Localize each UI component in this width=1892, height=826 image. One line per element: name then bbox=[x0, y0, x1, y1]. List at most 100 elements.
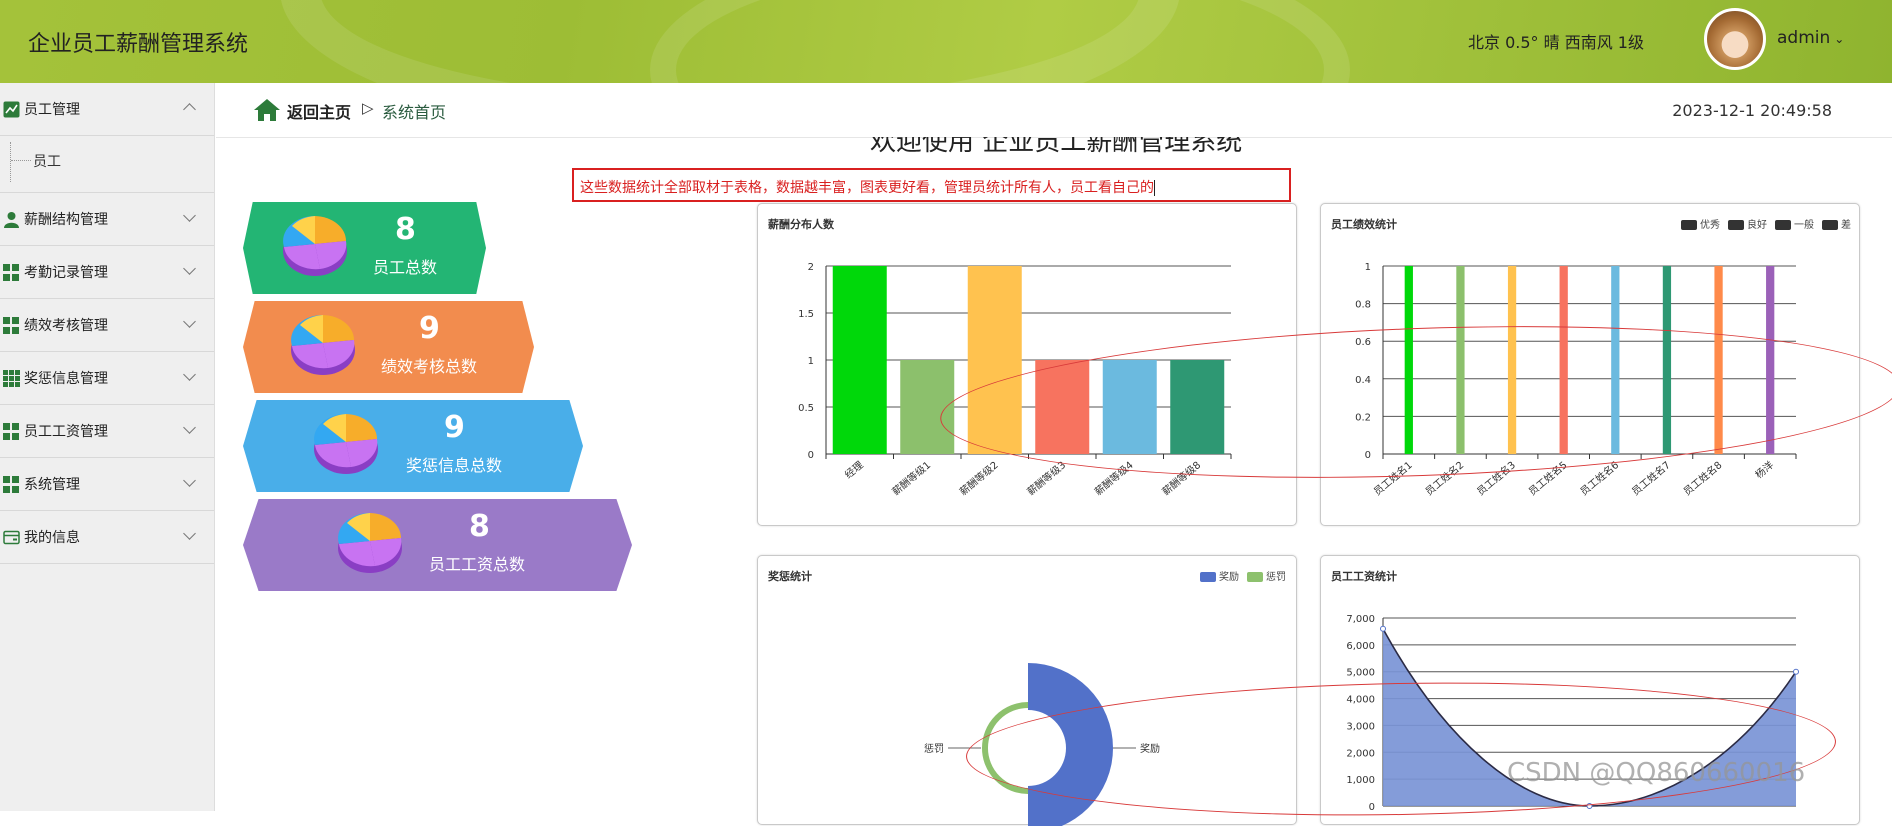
x-tick-label: 经理 bbox=[842, 458, 866, 481]
sidebar-item-employee[interactable]: 员工管理 bbox=[0, 83, 214, 136]
top-header-bar: 企业员工薪酬管理系统 北京 0.5° 晴 西南风 1级 admin ⌄ bbox=[0, 0, 1892, 83]
bar bbox=[1611, 266, 1620, 454]
y-tick-label: 0.5 bbox=[798, 403, 814, 414]
pie-chart-icon bbox=[291, 315, 355, 375]
y-tick-label: 7,000 bbox=[1346, 614, 1375, 625]
back-home-link[interactable]: 返回主页 bbox=[287, 99, 351, 123]
sidebar-item-label: 考勤记录管理 bbox=[24, 265, 108, 281]
chart-panel-salary-distribution: 薪酬分布人数 0 0.5 1 1.5 2 经理 薪酬等级1 薪酬等级2 薪酬等级3 薪酬等级4 薪酬… bbox=[757, 203, 1297, 526]
bar bbox=[1507, 266, 1517, 454]
chevron-down-icon bbox=[183, 368, 196, 381]
y-tick-label: 0.4 bbox=[1355, 375, 1371, 386]
bar bbox=[967, 266, 1022, 454]
grid9-icon bbox=[3, 370, 20, 387]
x-tick-label: 薪酬等级3 bbox=[1024, 458, 1068, 498]
stat-value: 9 bbox=[444, 410, 465, 445]
stat-card-wages[interactable]: 8 员工工资总数 bbox=[243, 499, 632, 591]
y-tick-label: 1.5 bbox=[798, 309, 814, 320]
username: admin bbox=[1777, 28, 1831, 48]
x-tick-label: 员工姓名3 bbox=[1474, 458, 1518, 498]
text-cursor bbox=[1154, 180, 1155, 196]
annotation-note: 这些数据统计全部取材于表格，数据越丰富，图表更好看，管理员统计所有人，员工看自己… bbox=[572, 168, 1291, 202]
chart-panel-performance: 员工绩效统计 优秀 良好 一般 差 0 0.2 0.4 0.6 0.8 1 员工姓名1 员工姓… bbox=[1320, 203, 1860, 526]
y-tick-label: 0.8 bbox=[1355, 300, 1371, 311]
stat-label: 员工总数 bbox=[373, 258, 438, 277]
sidebar-subitem-employee[interactable]: 员工 bbox=[0, 136, 214, 193]
chart-panel-rewards: 奖惩统计 奖励 惩罚 奖励 惩罚 bbox=[757, 555, 1297, 826]
chevron-down-icon bbox=[183, 527, 196, 540]
chevron-down-icon: ⌄ bbox=[1834, 32, 1845, 46]
app-title: 企业员工薪酬管理系统 bbox=[28, 32, 249, 57]
chevron-down-icon bbox=[183, 421, 196, 434]
y-tick-label: 0 bbox=[808, 450, 814, 461]
x-tick-label: 杨洋 bbox=[1752, 458, 1776, 481]
tree-line bbox=[10, 142, 11, 182]
sidebar-item-performance[interactable]: 绩效考核管理 bbox=[0, 299, 214, 352]
x-tick-label: 员工姓名2 bbox=[1422, 458, 1466, 498]
card-icon bbox=[3, 530, 20, 545]
y-tick-label: 2 bbox=[808, 262, 814, 273]
y-tick-label: 0 bbox=[1365, 450, 1371, 461]
stat-value: 9 bbox=[419, 311, 440, 346]
chevron-up-icon bbox=[183, 103, 196, 116]
sidebar-item-label: 奖惩信息管理 bbox=[24, 371, 108, 387]
chevron-down-icon bbox=[183, 209, 196, 222]
sidebar: 员工管理 员工 薪酬结构管理 考勤记录管理 绩效考核管理 奖惩信息管理 员工工资… bbox=[0, 83, 215, 811]
home-icon[interactable] bbox=[253, 98, 281, 122]
pie-slice bbox=[1028, 663, 1113, 826]
salary-distribution-chart: 0 0.5 1 1.5 2 经理 薪酬等级1 薪酬等级2 薪酬等级3 薪酬等级4 薪酬等级8 bbox=[798, 262, 1232, 498]
stat-card-performance[interactable]: 9 绩效考核总数 bbox=[243, 301, 534, 393]
sidebar-item-label: 员工管理 bbox=[24, 102, 80, 118]
stat-card-rewards[interactable]: 9 奖惩信息总数 bbox=[243, 400, 583, 492]
grid-icon bbox=[3, 317, 20, 334]
avatar[interactable] bbox=[1704, 8, 1766, 70]
sidebar-item-attendance[interactable]: 考勤记录管理 bbox=[0, 246, 214, 299]
y-tick-label: 0.2 bbox=[1355, 412, 1371, 423]
x-tick-label: 员工姓名1 bbox=[1371, 458, 1415, 498]
bar bbox=[1559, 266, 1568, 454]
sidebar-item-label: 系统管理 bbox=[24, 477, 80, 493]
y-tick-label: 1 bbox=[1365, 262, 1371, 273]
stat-label: 员工工资总数 bbox=[429, 555, 526, 574]
x-tick-label: 薪酬等级2 bbox=[957, 458, 1001, 498]
y-tick-label: 1,000 bbox=[1346, 775, 1375, 786]
y-tick-label: 0.6 bbox=[1355, 337, 1371, 348]
bar bbox=[1714, 266, 1723, 454]
rewards-pie-chart: 奖励 惩罚 bbox=[924, 663, 1160, 826]
y-tick-label: 0 bbox=[1369, 802, 1375, 813]
sidebar-item-rewards[interactable]: 奖惩信息管理 bbox=[0, 352, 214, 405]
annotation-text: 这些数据统计全部取材于表格，数据越丰富，图表更好看，管理员统计所有人，员工看自己… bbox=[580, 180, 1154, 196]
stat-value: 8 bbox=[395, 212, 416, 247]
sidebar-item-label: 薪酬结构管理 bbox=[24, 212, 108, 228]
pie-chart-icon bbox=[338, 513, 402, 573]
pie-chart-icon bbox=[283, 216, 347, 276]
grid-icon bbox=[3, 264, 20, 281]
sidebar-item-salary-structure[interactable]: 薪酬结构管理 bbox=[0, 193, 214, 246]
performance-chart: 00.20.40.60.81员工姓名1 员工姓名2 员工姓名3 员工姓名5 员工姓名6 员… bbox=[1355, 262, 1797, 498]
bar bbox=[1035, 360, 1090, 454]
chevron-down-icon bbox=[183, 474, 196, 487]
y-tick-label: 5,000 bbox=[1346, 668, 1375, 679]
chevron-down-icon bbox=[183, 315, 196, 328]
user-menu[interactable]: admin ⌄ bbox=[1777, 28, 1844, 48]
sidebar-item-my-info[interactable]: 我的信息 bbox=[0, 511, 214, 564]
data-point bbox=[1586, 803, 1593, 809]
bar bbox=[1102, 360, 1157, 454]
sidebar-item-label: 我的信息 bbox=[24, 530, 80, 546]
data-point bbox=[1793, 668, 1799, 675]
weather-info: 北京 0.5° 晴 西南风 1级 bbox=[1468, 33, 1644, 52]
stat-value: 8 bbox=[469, 509, 490, 544]
breadcrumb-current[interactable]: 系统首页 bbox=[382, 99, 446, 123]
pie-label: 奖励 bbox=[1140, 742, 1160, 755]
bar bbox=[1170, 360, 1225, 454]
tree-line bbox=[11, 160, 31, 161]
stat-label: 奖惩信息总数 bbox=[406, 456, 503, 475]
pie-chart-icon bbox=[314, 414, 378, 474]
sidebar-item-system[interactable]: 系统管理 bbox=[0, 458, 214, 511]
watermark: CSDN @QQ860660016 bbox=[1507, 758, 1806, 788]
x-tick-label: 员工姓名8 bbox=[1681, 458, 1725, 498]
bar bbox=[900, 360, 955, 454]
y-tick-label: 4,000 bbox=[1346, 695, 1375, 706]
sidebar-item-wages[interactable]: 员工工资管理 bbox=[0, 405, 214, 458]
x-tick-label: 薪酬等级8 bbox=[1159, 458, 1203, 498]
